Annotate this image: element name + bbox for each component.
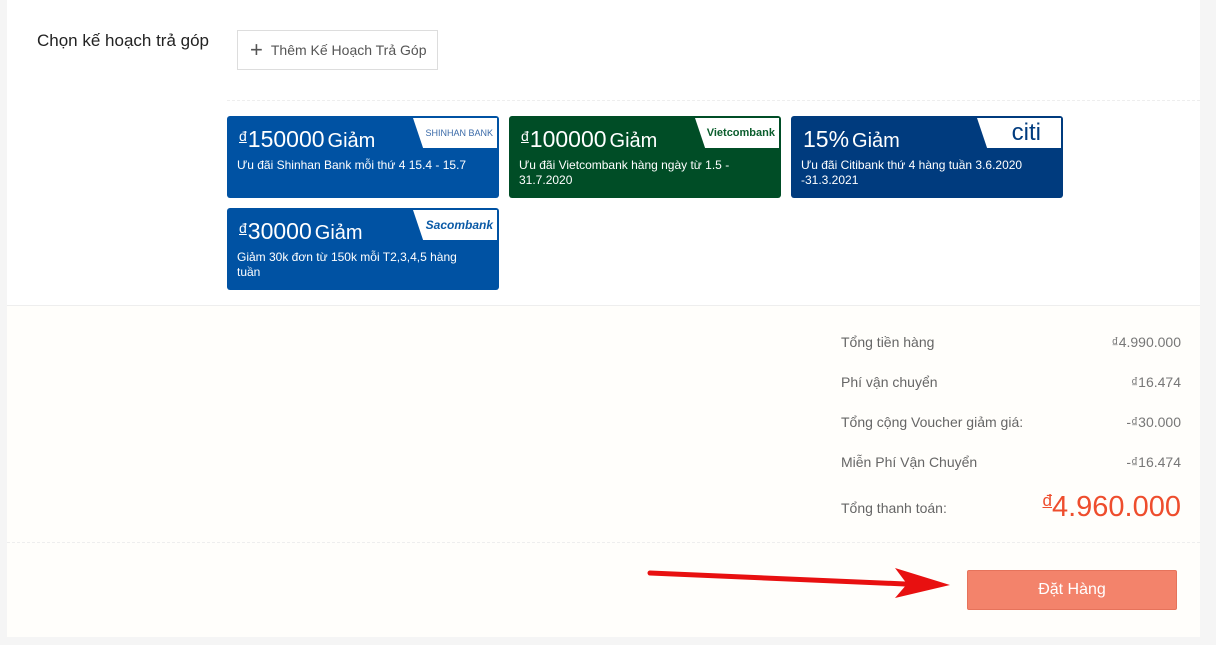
voucher-amount: 15%Giảm <box>803 126 900 153</box>
plus-icon: + <box>250 39 263 61</box>
discount-suffix: Giảm <box>852 130 900 153</box>
currency-symbol: đ <box>239 220 247 236</box>
summary-label: Miễn Phí Vận Chuyển <box>841 454 977 470</box>
summary-label: Tổng cộng Voucher giảm giá: <box>841 414 1023 430</box>
summary-value: -₫30.000 <box>1126 414 1181 430</box>
discount-suffix: Giảm <box>328 130 376 153</box>
summary-row: Tổng tiền hàng ₫4.990.000 <box>841 334 1181 350</box>
summary-value: ₫16.474 <box>1131 374 1181 390</box>
summary-row: Tổng cộng Voucher giảm giá: -₫30.000 <box>841 414 1181 430</box>
currency-symbol: đ <box>1043 491 1052 510</box>
add-installment-plan-button[interactable]: + Thêm Kế Hoạch Trả Góp <box>237 30 438 70</box>
voucher-description: Giảm 30k đơn từ 150k mỗi T2,3,4,5 hàng t… <box>237 250 469 280</box>
summary-value: ₫4.990.000 <box>1112 334 1181 350</box>
total-value: đ4.960.000 <box>1043 491 1181 524</box>
total-row: Tổng thanh toán: đ4.960.000 <box>841 491 1181 524</box>
bank-voucher-card[interactable]: đ150000Giảm SHINHAN BANK Ưu đãi Shinhan … <box>227 116 499 198</box>
order-summary: Tổng tiền hàng ₫4.990.000 Phí vận chuyển ₫… <box>7 305 1200 637</box>
place-order-button[interactable]: Đặt Hàng <box>967 570 1177 610</box>
currency-symbol: đ <box>239 128 247 144</box>
voucher-amount: đ30000Giảm <box>239 218 363 245</box>
bank-name: Sacombank <box>426 218 493 232</box>
amount: 15% <box>803 126 849 153</box>
red-arrow-annotation <box>645 560 955 600</box>
total-amount: 4.960.000 <box>1052 491 1181 523</box>
add-plan-label: Thêm Kế Hoạch Trả Góp <box>271 42 427 58</box>
bank-voucher-card[interactable]: 15%Giảm citi Ưu đãi Citibank thứ 4 hàng … <box>791 116 1063 198</box>
voucher-description: Ưu đãi Vietcombank hàng ngày từ 1.5 - 31… <box>519 158 751 188</box>
summary-label: Phí vận chuyển <box>841 374 938 390</box>
amount: 150000 <box>248 126 325 153</box>
bank-voucher-card[interactable]: đ100000Giảm Vietcombank Ưu đãi Vietcomba… <box>509 116 781 198</box>
bank-name: Vietcombank <box>707 127 775 139</box>
currency-symbol: đ <box>521 128 529 144</box>
bank-logo: Vietcombank <box>695 118 779 148</box>
voucher-amount: đ150000Giảm <box>239 126 375 153</box>
summary-row: Miễn Phí Vận Chuyển -₫16.474 <box>841 454 1181 470</box>
divider <box>227 100 1200 101</box>
voucher-description: Ưu đãi Shinhan Bank mỗi thứ 4 15.4 - 15.… <box>237 158 469 173</box>
total-label: Tổng thanh toán: <box>841 500 947 516</box>
checkout-panel: Chọn kế hoạch trả góp + Thêm Kế Hoạch Tr… <box>7 0 1200 637</box>
discount-suffix: Giảm <box>315 222 363 245</box>
bank-logo: Sacombank <box>413 210 497 240</box>
bank-logo: SHINHAN BANK <box>413 118 497 148</box>
amount: 30000 <box>248 218 312 245</box>
amount: 100000 <box>530 126 607 153</box>
summary-label: Tổng tiền hàng <box>841 334 934 350</box>
installment-label: Chọn kế hoạch trả góp <box>37 31 209 51</box>
discount-suffix: Giảm <box>610 130 658 153</box>
bank-name: citi <box>1012 119 1057 147</box>
bank-voucher-card[interactable]: đ30000Giảm Sacombank Giảm 30k đơn từ 150… <box>227 208 499 290</box>
bank-name: SHINHAN BANK <box>425 128 493 138</box>
summary-row: Phí vận chuyển ₫16.474 <box>841 374 1181 390</box>
bank-logo: citi <box>977 118 1061 148</box>
voucher-description: Ưu đãi Citibank thứ 4 hàng tuần 3.6.2020… <box>801 158 1033 188</box>
divider <box>7 542 1200 543</box>
voucher-amount: đ100000Giảm <box>521 126 657 153</box>
summary-value: -₫16.474 <box>1126 454 1181 470</box>
